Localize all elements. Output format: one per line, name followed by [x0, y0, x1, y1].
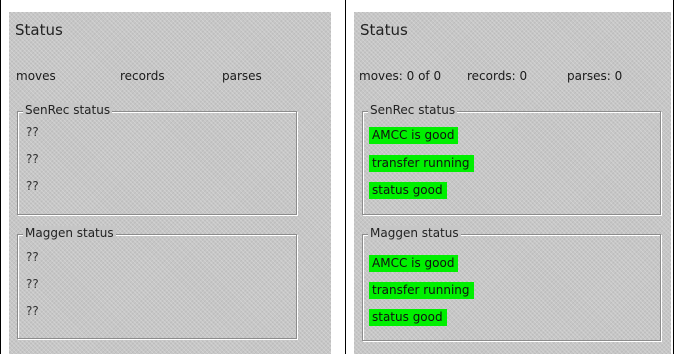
panel-title: Status — [360, 21, 408, 39]
moves-count: moves — [16, 69, 56, 83]
senrec-status-item: ?? — [26, 179, 39, 193]
amcc-status-indicator: AMCC is good — [369, 255, 459, 272]
general-status-indicator: status good — [369, 182, 447, 199]
senrec-status-group: SenRec status AMCC is good transfer runn… — [362, 103, 661, 215]
moves-count: moves: 0 of 0 — [359, 69, 442, 83]
senrec-status-item: ?? — [26, 152, 39, 166]
group-label: Maggen status — [368, 226, 461, 240]
records-count: records — [120, 69, 165, 83]
maggen-status-item: ?? — [26, 250, 39, 264]
senrec-status-item: ?? — [26, 125, 39, 139]
maggen-status-group: Maggen status AMCC is good transfer runn… — [362, 226, 661, 341]
amcc-status-indicator: AMCC is good — [369, 127, 459, 144]
records-count: records: 0 — [467, 69, 528, 83]
counts-row: moves: 0 of 0 records: 0 parses: 0 — [354, 69, 671, 85]
panel-title: Status — [15, 21, 63, 39]
group-label: SenRec status — [368, 103, 458, 117]
status-panel-right: Status moves: 0 of 0 records: 0 parses: … — [354, 12, 671, 354]
group-label: Maggen status — [23, 226, 116, 240]
parses-count: parses: 0 — [567, 69, 623, 83]
column-divider — [345, 0, 346, 354]
transfer-status-indicator: transfer running — [369, 155, 474, 172]
maggen-status-group: Maggen status ?? ?? ?? — [17, 226, 297, 339]
group-label: SenRec status — [23, 103, 113, 117]
general-status-indicator: status good — [369, 309, 447, 326]
counts-row: moves records parses — [9, 69, 331, 85]
maggen-status-item: ?? — [26, 304, 39, 318]
status-panel-left: Status moves records parses SenRec statu… — [9, 12, 331, 354]
transfer-status-indicator: transfer running — [369, 282, 474, 299]
senrec-status-group: SenRec status ?? ?? ?? — [17, 103, 297, 215]
parses-count: parses — [222, 69, 262, 83]
maggen-status-item: ?? — [26, 277, 39, 291]
